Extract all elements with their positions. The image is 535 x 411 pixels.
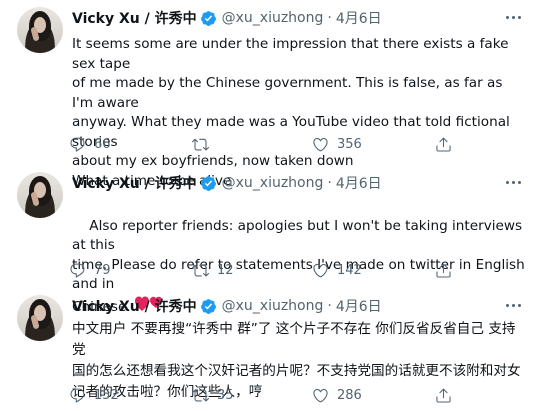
more-icon[interactable] [503, 175, 523, 189]
verified-badge-icon [200, 10, 216, 26]
author-handle[interactable]: @xu_xiuzhong [222, 10, 324, 26]
author-name[interactable]: Vicky Xu / 许秀中 [72, 296, 197, 316]
tweet-date[interactable]: 4月6日 [336, 173, 382, 193]
like-button[interactable]: 142 [312, 260, 362, 280]
more-icon[interactable] [503, 298, 523, 312]
reply-count: 152 [94, 387, 119, 403]
reply-count: 79 [94, 262, 111, 278]
like-button[interactable]: 356 [312, 134, 362, 154]
retweet-button[interactable] [192, 134, 217, 154]
share-button[interactable] [435, 134, 452, 154]
author-handle[interactable]: @xu_xiuzhong [222, 175, 324, 191]
reply-icon [70, 137, 85, 152]
reply-button[interactable]: 79 [69, 260, 111, 280]
author-name[interactable]: Vicky Xu / 许秀中 [72, 173, 197, 193]
share-icon [436, 137, 451, 152]
retweet-icon [192, 264, 209, 276]
tweet[interactable]: Vicky Xu / 许秀中 @xu_xiuzhong · 4月6日 中文用户 … [0, 288, 535, 411]
reply-count: 66 [94, 136, 111, 152]
avatar[interactable] [17, 172, 63, 218]
reply-button[interactable]: 66 [69, 134, 111, 154]
author-handle[interactable]: @xu_xiuzhong [222, 298, 324, 314]
author-name[interactable]: Vicky Xu / 许秀中 [72, 8, 197, 28]
tweet-date[interactable]: 4月6日 [336, 296, 382, 316]
like-icon [313, 388, 328, 402]
share-button[interactable] [435, 260, 452, 280]
avatar[interactable] [17, 295, 63, 341]
tweet[interactable]: Vicky Xu / 许秀中 @xu_xiuzhong · 4月6日 Also … [0, 165, 535, 315]
retweet-icon [192, 389, 209, 401]
retweet-count: 12 [217, 262, 234, 278]
like-icon [313, 137, 328, 151]
like-count: 286 [337, 387, 362, 403]
share-button[interactable] [435, 385, 452, 405]
tweet-header: Vicky Xu / 许秀中 @xu_xiuzhong · 4月6日 [72, 8, 382, 28]
tweet-actions: 66 356 [69, 134, 519, 154]
verified-badge-icon [200, 298, 216, 314]
tweet-actions: 79 12 142 [69, 260, 519, 280]
like-icon [313, 263, 328, 277]
like-button[interactable]: 286 [312, 385, 362, 405]
tweet[interactable]: Vicky Xu / 许秀中 @xu_xiuzhong · 4月6日 It se… [0, 0, 535, 189]
like-count: 142 [337, 262, 362, 278]
tweet-date[interactable]: 4月6日 [336, 8, 382, 28]
share-icon [436, 388, 451, 403]
avatar[interactable] [17, 7, 63, 53]
tweet-header: Vicky Xu / 许秀中 @xu_xiuzhong · 4月6日 [72, 296, 382, 316]
retweet-count: 35 [217, 387, 234, 403]
retweet-icon [192, 138, 209, 150]
verified-badge-icon [200, 175, 216, 191]
tweet-actions: 152 35 286 [69, 385, 519, 405]
tweet-header: Vicky Xu / 许秀中 @xu_xiuzhong · 4月6日 [72, 173, 382, 193]
retweet-button[interactable]: 12 [192, 260, 234, 280]
like-count: 356 [337, 136, 362, 152]
retweet-button[interactable]: 35 [192, 385, 234, 405]
reply-icon [70, 388, 85, 403]
share-icon [436, 263, 451, 278]
reply-icon [70, 263, 85, 278]
reply-button[interactable]: 152 [69, 385, 119, 405]
more-icon[interactable] [503, 10, 523, 24]
